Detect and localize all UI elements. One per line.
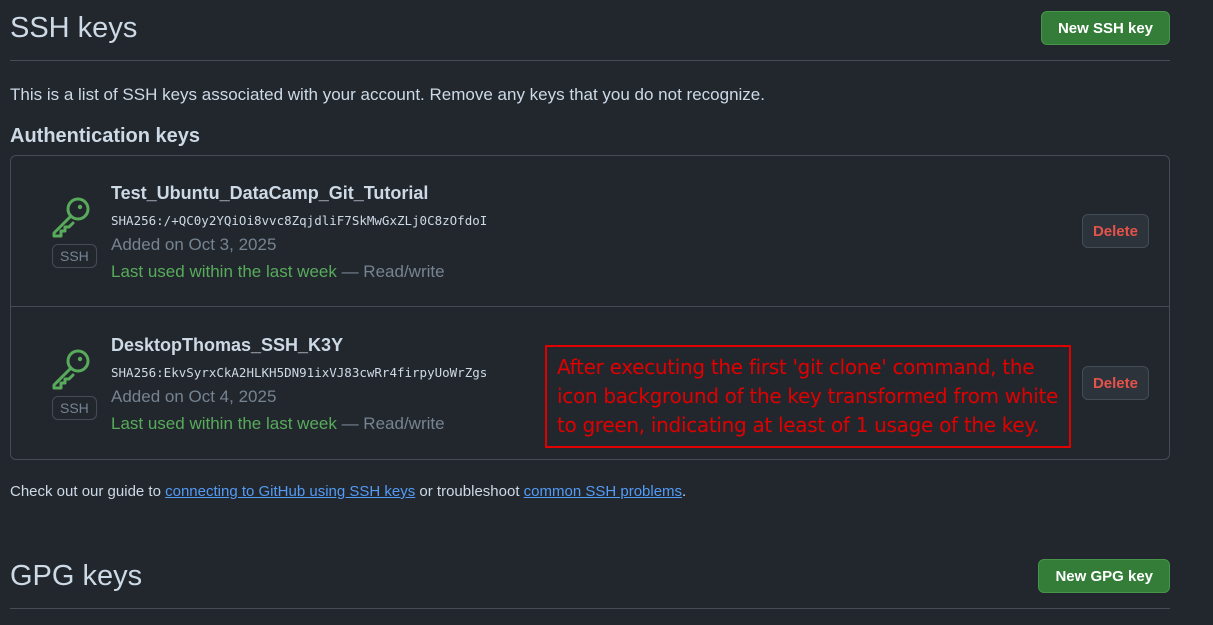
guide-middle: or troubleshoot bbox=[415, 483, 524, 500]
new-ssh-key-button[interactable]: New SSH key bbox=[1040, 11, 1170, 45]
ssh-key-row: SSH Test_Ubuntu_DataCamp_Git_Tutorial SH… bbox=[11, 156, 1169, 307]
new-gpg-key-button[interactable]: New GPG key bbox=[1038, 559, 1170, 593]
ssh-key-title: Test_Ubuntu_DataCamp_Git_Tutorial bbox=[111, 183, 429, 203]
key-icon bbox=[52, 349, 90, 390]
ssh-key-last-used: Last used within the last week bbox=[111, 414, 337, 433]
delete-key-button[interactable]: Delete bbox=[1081, 366, 1149, 400]
ssh-key-usage: Last used within the last week — Read/wr… bbox=[111, 262, 445, 282]
gpg-keys-title: GPG keys bbox=[10, 560, 143, 592]
guide-prefix: Check out our guide to bbox=[10, 483, 166, 500]
guide-suffix: . bbox=[682, 483, 687, 500]
ssh-keys-intro: This is a list of SSH keys associated wi… bbox=[10, 85, 765, 104]
ssh-keys-header: SSH keys New SSH key bbox=[10, 0, 1170, 61]
ssh-key-access: — Read/write bbox=[336, 414, 445, 433]
ssh-key-added-date: Added on Oct 3, 2025 bbox=[111, 235, 277, 254]
connecting-ssh-guide-link[interactable]: connecting to GitHub using SSH keys bbox=[165, 483, 415, 500]
ssh-key-fingerprint: SHA256:EkvSyrxCkA2HLKH5DN91ixVJ83cwRr4fi… bbox=[111, 365, 488, 380]
authentication-keys-heading: Authentication keys bbox=[10, 125, 201, 147]
key-icon bbox=[52, 197, 90, 238]
ssh-guide-text: Check out our guide to connecting to Git… bbox=[10, 483, 686, 500]
common-ssh-problems-link[interactable]: common SSH problems bbox=[524, 483, 682, 500]
ssh-keys-title: SSH keys bbox=[10, 12, 138, 44]
annotation-callout: After executing the first 'git clone' co… bbox=[545, 345, 1071, 448]
ssh-key-access: — Read/write bbox=[336, 262, 445, 281]
ssh-badge: SSH bbox=[52, 244, 97, 268]
ssh-key-usage: Last used within the last week — Read/wr… bbox=[111, 414, 445, 434]
ssh-key-title: DesktopThomas_SSH_K3Y bbox=[111, 335, 344, 355]
ssh-key-added-date: Added on Oct 4, 2025 bbox=[111, 387, 277, 406]
delete-key-button[interactable]: Delete bbox=[1081, 214, 1149, 248]
gpg-keys-header: GPG keys New GPG key bbox=[10, 548, 1170, 609]
ssh-key-fingerprint: SHA256:/+QC0y2YQiOi8vvc8ZqjdliF7SkMwGxZL… bbox=[111, 213, 488, 228]
ssh-key-last-used: Last used within the last week bbox=[111, 262, 337, 281]
ssh-badge: SSH bbox=[52, 396, 97, 420]
